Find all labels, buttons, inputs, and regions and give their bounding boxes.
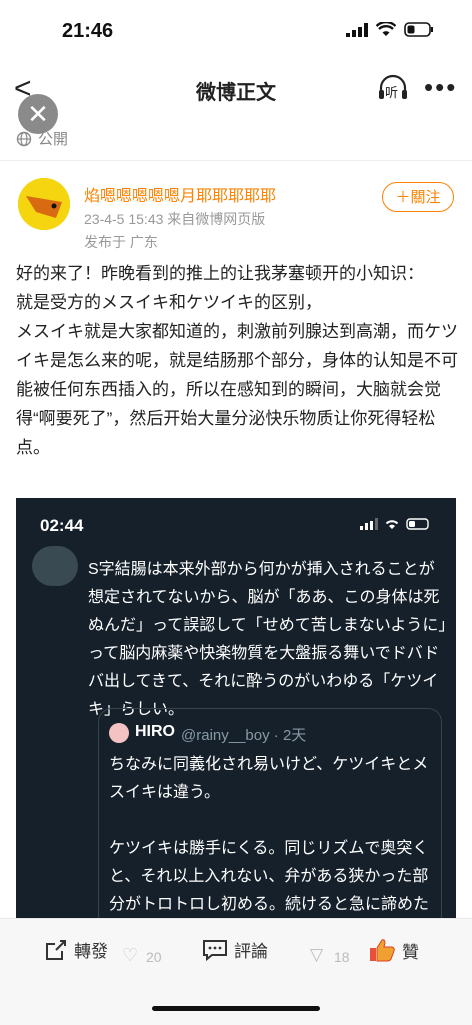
like-label: 贊 xyxy=(402,942,419,962)
visibility-row: 公開 xyxy=(16,128,68,149)
post-text: 好的来了！昨晚看到的推上的让我茅塞顿开的小知识： 就是受方的メスイキ和ケツイキ的… xyxy=(16,264,458,457)
comment-icon xyxy=(203,939,227,961)
quoted-text: ちなみに同義化され易いけど、ケツイキとメスイキは違う。 ケツイキは勝手にくる。同… xyxy=(109,756,430,913)
battery-icon xyxy=(404,22,433,37)
embedded-time: 02:44 xyxy=(40,516,84,535)
quoted-tweet: HIRO @rainy__boy · 2天 ちなみに同義化され易いけど、ケツイキ… xyxy=(98,708,442,918)
signal-icon xyxy=(360,518,378,530)
more-icon[interactable]: ••• xyxy=(424,72,457,103)
globe-icon xyxy=(16,131,32,146)
status-time: 21:46 xyxy=(62,20,114,42)
repost-button[interactable]: 轉發 xyxy=(44,937,108,962)
follow-button[interactable]: ＋關注 xyxy=(382,182,454,212)
avatar[interactable] xyxy=(18,178,70,230)
nav-bar: < 微博正文 听 ••• xyxy=(0,62,472,114)
wifi-icon xyxy=(376,22,396,36)
quoted-name: HIRO xyxy=(135,723,175,740)
post-location: 发布于 广东 xyxy=(84,234,158,250)
like-count: 20 xyxy=(146,949,162,965)
repost-icon xyxy=(46,939,66,960)
embedded-screenshot[interactable]: 02:44 S字結腸は本来外部から何かが挿入されることが想定されてないから、脳が… xyxy=(16,498,456,918)
author-name[interactable]: 焰嗯嗯嗯嗯嗯月耶耶耶耶耶 xyxy=(84,182,276,206)
close-icon: ✕ xyxy=(27,99,49,129)
post-date-source: 23-4-5 15:43 来自微博网页版 xyxy=(84,211,266,227)
comment-label: 評論 xyxy=(234,942,268,961)
like-button[interactable]: 贊 xyxy=(368,937,419,963)
status-icons xyxy=(346,22,434,37)
repost-label: 轉發 xyxy=(74,942,108,961)
listen-button[interactable]: 听 xyxy=(376,74,410,102)
embedded-tweet-text: S字結腸は本来外部から何かが挿入されることが想定されてないから、脳が「ああ、この… xyxy=(88,561,447,718)
divider xyxy=(0,160,472,161)
wifi-icon xyxy=(385,520,399,529)
signal-icon xyxy=(346,22,368,37)
quoted-handle: @rainy__boy · 2天 xyxy=(181,727,307,744)
avatar-image xyxy=(18,178,70,230)
thumbs-up-icon xyxy=(370,939,395,962)
home-indicator xyxy=(152,1006,320,1011)
status-bar: 21:46 xyxy=(0,0,472,60)
share-icon: ▽ xyxy=(310,945,324,964)
battery-icon xyxy=(406,518,429,530)
embedded-status-icons xyxy=(360,518,432,530)
heart-icon: ♡ xyxy=(122,945,139,965)
visibility-label: 公開 xyxy=(38,131,69,148)
comment-button[interactable]: 評論 xyxy=(202,937,268,962)
share-count: 18 xyxy=(334,949,350,965)
listen-label: 听 xyxy=(385,85,399,100)
quoted-avatar xyxy=(109,723,129,743)
embedded-avatar xyxy=(32,546,78,586)
